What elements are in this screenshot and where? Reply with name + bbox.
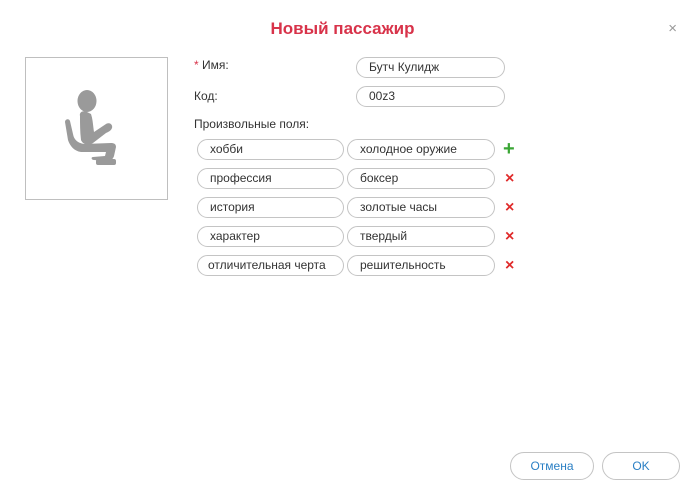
dialog-title: Новый пассажир	[270, 19, 415, 38]
custom-fields-label: Произвольные поля:	[194, 117, 310, 131]
code-label: Код:	[194, 89, 218, 103]
passenger-avatar[interactable]	[25, 57, 168, 200]
remove-field-icon[interactable]: ×	[505, 171, 514, 187]
custom-field-key-input[interactable]: хобби	[197, 139, 344, 160]
new-passenger-dialog: Новый пассажир × * Имя: Бутч Кулидж Код:…	[0, 0, 685, 487]
custom-field-value-input[interactable]: твердый	[347, 226, 495, 247]
remove-field-icon[interactable]: ×	[505, 258, 514, 274]
custom-field-value-input[interactable]: холодное оружие	[347, 139, 495, 160]
name-input[interactable]: Бутч Кулидж	[356, 57, 505, 78]
cancel-button[interactable]: Отмена	[510, 452, 594, 480]
close-icon[interactable]: ×	[668, 21, 677, 36]
ok-button[interactable]: OK	[602, 452, 680, 480]
remove-field-icon[interactable]: ×	[505, 200, 514, 216]
name-label: * Имя:	[194, 58, 229, 72]
required-mark: *	[194, 58, 199, 72]
remove-field-icon[interactable]: ×	[505, 229, 514, 245]
custom-field-key-input[interactable]: отличительная черта	[197, 255, 344, 276]
code-input[interactable]: 00z3	[356, 86, 505, 107]
seated-passenger-icon	[65, 90, 116, 165]
name-label-text: Имя:	[202, 58, 229, 72]
add-field-icon[interactable]: +	[503, 139, 515, 159]
custom-field-key-input[interactable]: история	[197, 197, 344, 218]
custom-field-key-input[interactable]: профессия	[197, 168, 344, 189]
custom-field-value-input[interactable]: золотые часы	[347, 197, 495, 218]
custom-field-key-input[interactable]: характер	[197, 226, 344, 247]
custom-field-value-input[interactable]: решительность	[347, 255, 495, 276]
custom-field-value-input[interactable]: боксер	[347, 168, 495, 189]
